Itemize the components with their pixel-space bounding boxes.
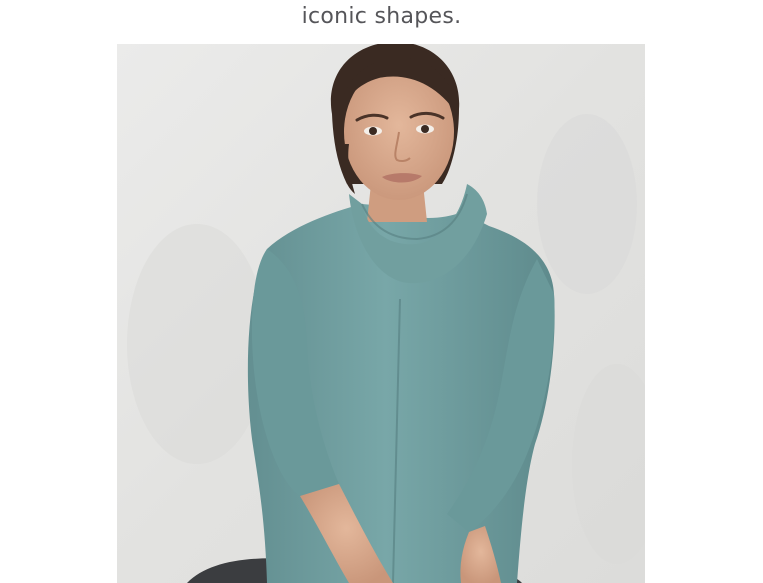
section-heading: iconic shapes. bbox=[301, 4, 462, 29]
product-photo[interactable] bbox=[117, 44, 645, 583]
page: iconic shapes. bbox=[0, 0, 763, 583]
model-illustration bbox=[117, 44, 645, 583]
